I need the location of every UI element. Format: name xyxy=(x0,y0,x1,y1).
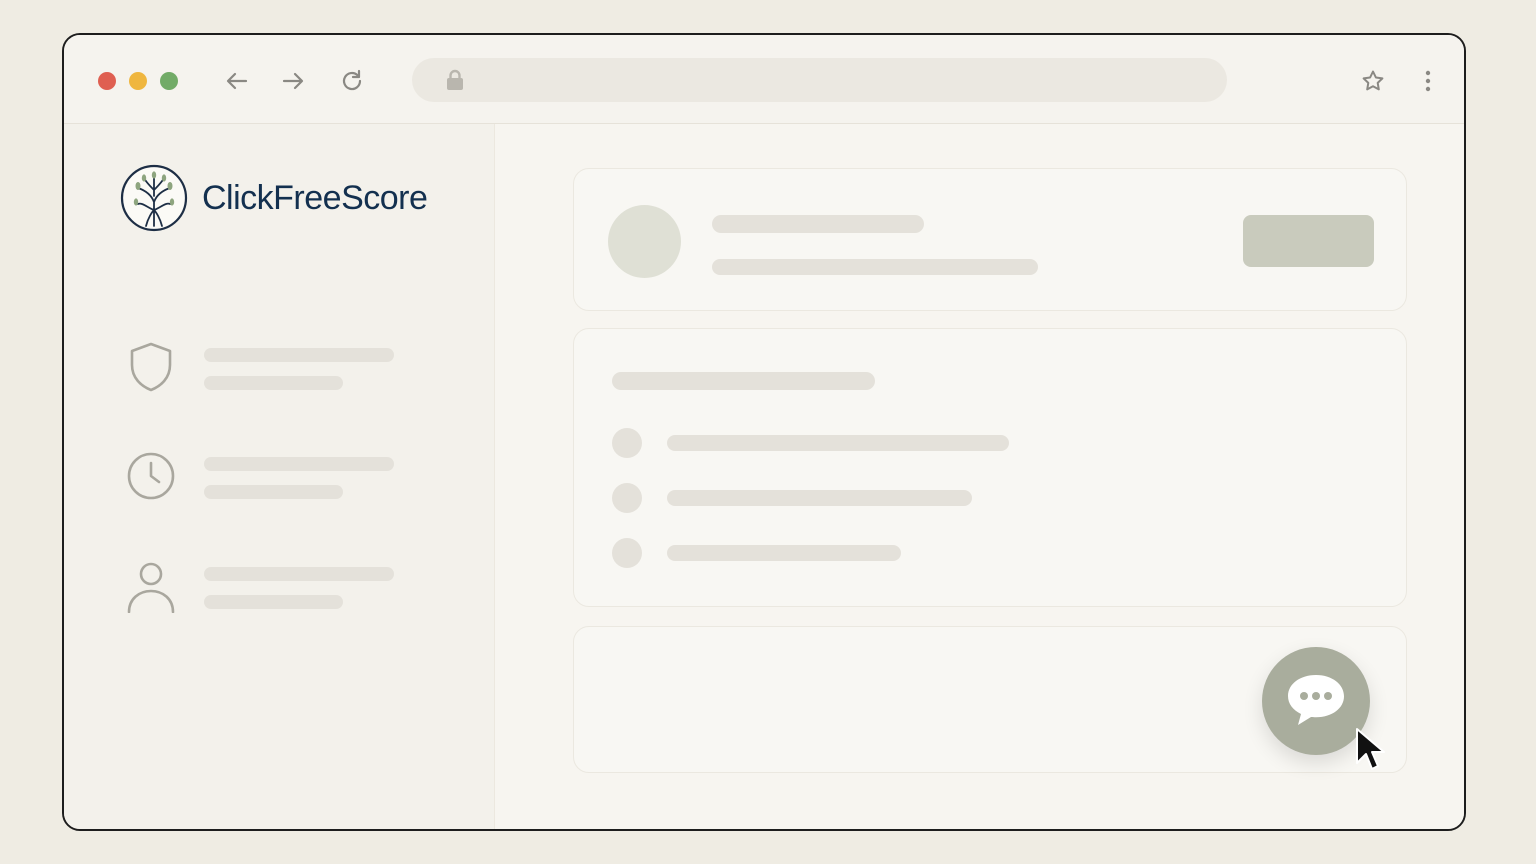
sidebar-item-security[interactable] xyxy=(124,340,424,400)
profile-card xyxy=(573,168,1407,311)
list-bullet xyxy=(612,538,642,568)
brand-name: ClickFreeScore xyxy=(202,178,428,217)
list-item-placeholder xyxy=(667,490,972,506)
tree-logo-icon xyxy=(120,164,188,232)
list-heading-placeholder xyxy=(612,372,875,390)
lock-icon xyxy=(445,69,465,91)
sidebar-item-subtitle-placeholder xyxy=(204,595,343,609)
brand[interactable]: ClickFreeScore xyxy=(120,163,428,233)
profile-detail-placeholder xyxy=(712,259,1038,275)
sidebar-item-title-placeholder xyxy=(204,567,394,581)
maximize-window-button[interactable] xyxy=(160,72,178,90)
reload-icon[interactable] xyxy=(339,68,365,94)
address-bar[interactable] xyxy=(412,58,1227,102)
sidebar-item-history[interactable] xyxy=(124,449,424,509)
more-vertical-icon[interactable] xyxy=(1415,68,1441,94)
minimize-window-button[interactable] xyxy=(129,72,147,90)
mouse-cursor-icon xyxy=(1355,727,1385,773)
forward-arrow-icon[interactable] xyxy=(280,68,306,94)
list-item-placeholder xyxy=(667,435,1009,451)
list-item-placeholder xyxy=(667,545,901,561)
browser-toolbar xyxy=(64,35,1464,124)
sidebar: ClickFreeScore xyxy=(64,124,495,829)
chat-button[interactable] xyxy=(1262,647,1370,755)
sidebar-item-title-placeholder xyxy=(204,348,394,362)
list-card xyxy=(573,328,1407,607)
sidebar-item-account[interactable] xyxy=(124,559,424,619)
list-bullet xyxy=(612,428,642,458)
browser-window: ClickFreeScore xyxy=(62,33,1466,831)
shield-icon xyxy=(124,340,178,394)
star-icon[interactable] xyxy=(1360,68,1386,94)
close-window-button[interactable] xyxy=(98,72,116,90)
profile-name-placeholder xyxy=(712,215,924,233)
list-bullet xyxy=(612,483,642,513)
user-icon xyxy=(124,559,178,613)
avatar-placeholder xyxy=(608,205,681,278)
back-arrow-icon[interactable] xyxy=(224,68,250,94)
chat-bubble-icon xyxy=(1288,675,1344,725)
action-button-placeholder[interactable] xyxy=(1243,215,1374,267)
sidebar-item-subtitle-placeholder xyxy=(204,376,343,390)
clock-icon xyxy=(124,449,178,503)
sidebar-item-title-placeholder xyxy=(204,457,394,471)
sidebar-item-subtitle-placeholder xyxy=(204,485,343,499)
